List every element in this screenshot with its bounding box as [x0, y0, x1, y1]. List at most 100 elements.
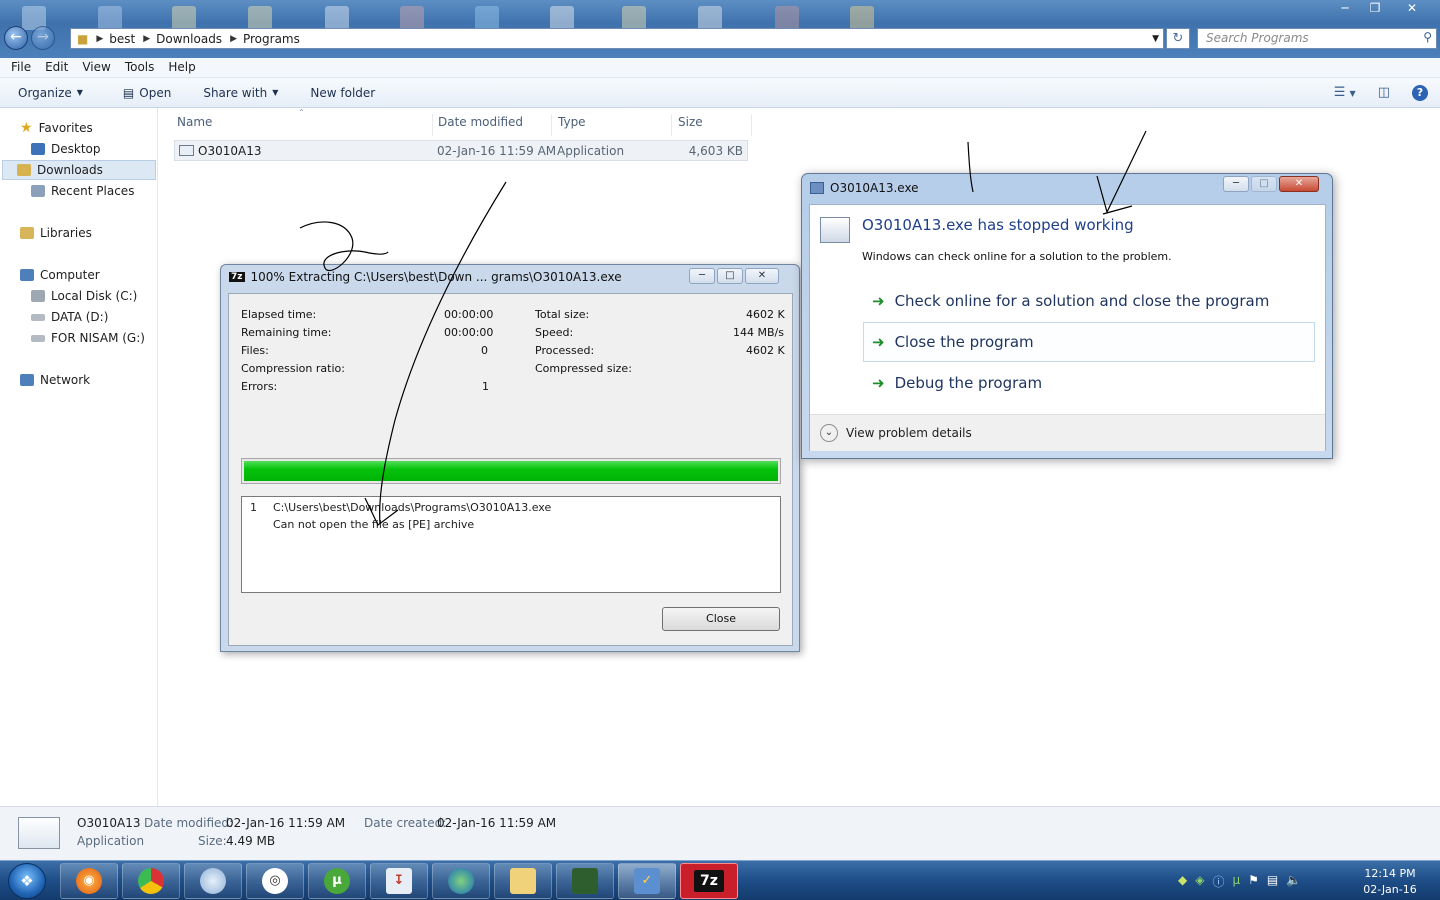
menu-file[interactable]: File — [4, 58, 38, 77]
preview-pane-icon[interactable]: ◫ — [1378, 85, 1390, 101]
organize-button[interactable]: Organize ▼ — [0, 86, 97, 100]
desktop-icon — [325, 6, 349, 30]
option-label: Check online for a solution and close th… — [894, 292, 1270, 310]
restore-button[interactable]: ❐ — [1362, 0, 1388, 17]
minimize-button[interactable]: ─ — [1332, 0, 1358, 17]
search-input[interactable]: Search Programs ⚲ — [1197, 28, 1437, 49]
desktop-icon — [248, 6, 272, 30]
minimize-button[interactable]: ─ — [689, 268, 715, 284]
refresh-button[interactable]: ↻ — [1166, 28, 1190, 49]
nav-data-drive[interactable]: DATA (D:) — [31, 307, 108, 327]
maximize-button[interactable]: □ — [717, 268, 743, 284]
menu-edit[interactable]: Edit — [38, 58, 75, 77]
forward-button[interactable]: → — [31, 26, 55, 50]
taskbar-chrome[interactable] — [122, 863, 180, 899]
progress-bar — [241, 458, 781, 484]
close-button[interactable]: Close — [662, 607, 780, 631]
problem-details-toggle[interactable]: ⌄ View problem details — [810, 414, 1325, 451]
window-controls: ─ ❐ ✕ — [1332, 0, 1432, 17]
clock[interactable]: 12:14 PM 02-Jan-16 — [1360, 866, 1420, 898]
nav-favorites[interactable]: ★ Favorites — [20, 118, 93, 138]
breadcrumb-programs[interactable]: Programs — [237, 32, 308, 46]
error-message: Can not open the file as [PE] archive — [273, 518, 475, 531]
check-app-icon: ✓ — [634, 868, 660, 894]
chevron-down-icon[interactable]: ▼ — [1152, 34, 1159, 44]
check-online-option[interactable]: ➜ Check online for a solution and close … — [863, 281, 1315, 321]
nav-recent-places[interactable]: Recent Places — [31, 181, 134, 201]
taskbar-archive[interactable] — [556, 863, 614, 899]
search-icon[interactable]: ⚲ — [1423, 30, 1432, 44]
help-icon[interactable]: ? — [1412, 85, 1428, 101]
taskbar-app[interactable]: ✓ — [618, 863, 676, 899]
taskbar-7zip[interactable]: 7z — [680, 863, 738, 899]
application-icon — [820, 217, 850, 243]
crash-dialog-body: O3010A13.exe has stopped working Windows… — [809, 204, 1326, 451]
file-row[interactable]: O3010A13 02-Jan-16 11:59 AM Application … — [174, 140, 748, 161]
taskbar-download-manager[interactable]: ↧ — [370, 863, 428, 899]
remaining-label: Remaining time: — [241, 326, 332, 339]
errors-label: Errors: — [241, 380, 278, 393]
view-options-icon[interactable]: ☰ ▼ — [1334, 85, 1356, 101]
address-bar[interactable]: ■ ▶ best ▶ Downloads ▶ Programs ▼ — [70, 28, 1164, 49]
menu-help[interactable]: Help — [161, 58, 202, 77]
nav-network[interactable]: Network — [20, 370, 90, 390]
details-type: Application — [77, 834, 145, 848]
network-tray-icon[interactable]: ▤ — [1267, 873, 1278, 890]
taskbar-shareit[interactable] — [184, 863, 242, 899]
drive-icon — [31, 313, 45, 321]
column-size[interactable]: Size — [674, 114, 752, 136]
nav-libraries[interactable]: Libraries — [20, 223, 92, 243]
nav-desktop[interactable]: Desktop — [31, 139, 101, 159]
nav-usb-drive[interactable]: FOR NISAM (G:) — [31, 328, 145, 348]
desktop-icon — [550, 6, 574, 30]
extract-dialog: 7z 100% Extracting C:\Users\best\Down ..… — [220, 264, 800, 652]
details-toggle-label: View problem details — [846, 426, 972, 440]
back-button[interactable]: ← — [4, 26, 28, 50]
system-tray: ◆ ◈ ⓘ μ ⚑ ▤ 🔈 — [1178, 873, 1301, 890]
start-button[interactable]: ❖ — [8, 863, 46, 899]
new-folder-button[interactable]: New folder — [296, 86, 389, 100]
utorrent-tray-icon[interactable]: μ — [1232, 873, 1240, 890]
taskbar-globe[interactable] — [432, 863, 490, 899]
volume-icon[interactable]: 🔈 — [1286, 873, 1301, 890]
taskbar-firefox[interactable]: ◉ — [60, 863, 118, 899]
option-label: Debug the program — [894, 374, 1043, 392]
tray-app-icon[interactable]: ◈ — [1195, 873, 1204, 890]
nav-local-disk[interactable]: Local Disk (C:) — [31, 286, 137, 306]
elapsed-value: 00:00:00 — [444, 308, 494, 321]
info-icon[interactable]: ⓘ — [1212, 873, 1224, 890]
tray-app-icon[interactable]: ◆ — [1178, 873, 1187, 890]
flag-icon[interactable]: ⚑ — [1248, 873, 1259, 890]
minimize-button[interactable]: ─ — [1223, 176, 1249, 192]
nav-downloads[interactable]: Downloads — [2, 160, 156, 180]
share-with-button[interactable]: Share with ▼ — [189, 86, 292, 100]
close-program-option[interactable]: ➜ Close the program — [863, 322, 1315, 362]
file-date: 02-Jan-16 11:59 AM — [437, 144, 557, 158]
menu-view[interactable]: View — [75, 58, 117, 77]
close-button[interactable]: ✕ — [1392, 0, 1432, 17]
column-name[interactable]: Name — [173, 114, 433, 136]
nav-label: DATA (D:) — [51, 310, 109, 324]
taskbar-media[interactable]: ◎ — [246, 863, 304, 899]
open-button[interactable]: ▤ Open — [109, 86, 185, 100]
column-date[interactable]: Date modified — [434, 114, 552, 136]
menu-tools[interactable]: Tools — [118, 58, 162, 77]
recent-places-icon — [31, 185, 45, 197]
debug-program-option[interactable]: ➜ Debug the program — [863, 363, 1315, 403]
breadcrumb-downloads[interactable]: Downloads — [150, 32, 230, 46]
share-with-label: Share with — [203, 85, 268, 100]
organize-label: Organize — [18, 85, 72, 100]
sevenzip-icon: 7z — [694, 870, 724, 892]
file-type: Application — [557, 144, 625, 158]
breadcrumb-best[interactable]: best — [103, 32, 143, 46]
close-x-button[interactable]: ✕ — [745, 268, 779, 284]
close-x-button[interactable]: ✕ — [1279, 176, 1319, 192]
taskbar-utorrent[interactable]: μ — [308, 863, 366, 899]
nav-computer[interactable]: Computer — [20, 265, 100, 285]
view-controls: ☰ ▼ ◫ ? — [1334, 85, 1428, 101]
progress-fill — [244, 461, 778, 481]
libraries-icon — [20, 227, 34, 239]
taskbar-explorer[interactable] — [494, 863, 552, 899]
maximize-button[interactable]: □ — [1251, 176, 1277, 192]
column-type[interactable]: Type — [554, 114, 672, 136]
